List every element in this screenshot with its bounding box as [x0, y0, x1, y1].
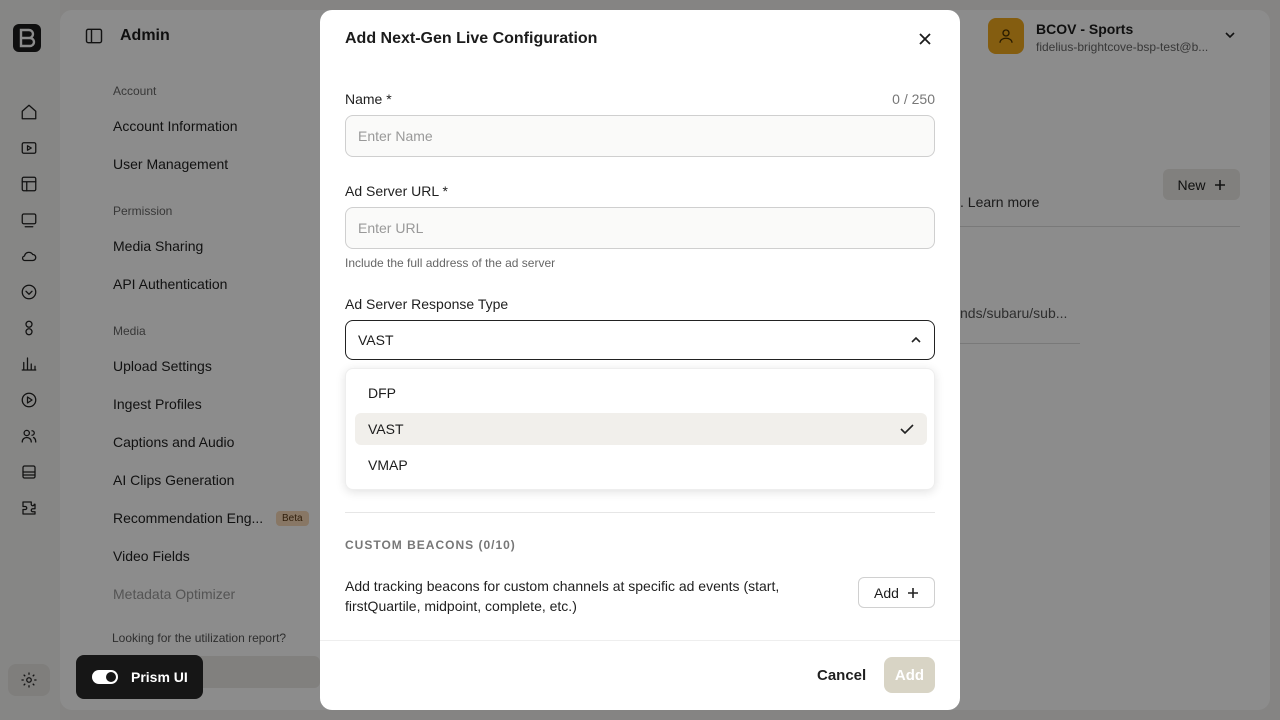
response-type-label: Ad Server Response Type	[345, 296, 509, 312]
cancel-button[interactable]: Cancel	[817, 667, 866, 684]
divider	[345, 512, 935, 513]
close-button[interactable]	[914, 28, 936, 50]
option-label: VMAP	[368, 457, 408, 473]
check-icon	[900, 424, 914, 435]
prism-ui-label: Prism UI	[131, 669, 188, 685]
plus-icon	[907, 587, 918, 598]
option-label: VAST	[368, 421, 404, 437]
name-input[interactable]	[345, 115, 935, 157]
add-beacon-button[interactable]: Add	[858, 577, 935, 608]
add-button[interactable]: Add	[884, 657, 935, 693]
add-configuration-modal: Add Next-Gen Live Configuration Name * 0…	[320, 10, 960, 710]
response-type-dropdown: DFP VAST VMAP	[345, 368, 935, 490]
name-label: Name *	[345, 91, 392, 107]
option-dfp[interactable]: DFP	[355, 377, 927, 409]
footer-divider	[320, 640, 960, 641]
modal-title: Add Next-Gen Live Configuration	[345, 30, 598, 47]
option-label: DFP	[368, 385, 396, 401]
chevron-up-icon	[911, 336, 921, 343]
ad-server-url-hint: Include the full address of the ad serve…	[345, 256, 556, 270]
custom-beacons-description: Add tracking beacons for custom channels…	[345, 578, 780, 614]
prism-ui-toggle[interactable]: Prism UI	[76, 655, 203, 699]
ad-server-url-label: Ad Server URL *	[345, 183, 448, 199]
response-type-value: VAST	[358, 332, 394, 348]
close-icon	[919, 33, 931, 45]
add-beacon-label: Add	[874, 584, 899, 601]
response-type-select[interactable]: VAST	[345, 320, 935, 360]
option-vmap[interactable]: VMAP	[355, 449, 927, 481]
custom-beacons-heading: CUSTOM BEACONS (0/10)	[345, 538, 516, 552]
ad-server-url-input[interactable]	[345, 207, 935, 249]
name-char-counter: 0 / 250	[892, 91, 935, 107]
option-vast[interactable]: VAST	[355, 413, 927, 445]
toggle-switch[interactable]	[92, 670, 118, 684]
